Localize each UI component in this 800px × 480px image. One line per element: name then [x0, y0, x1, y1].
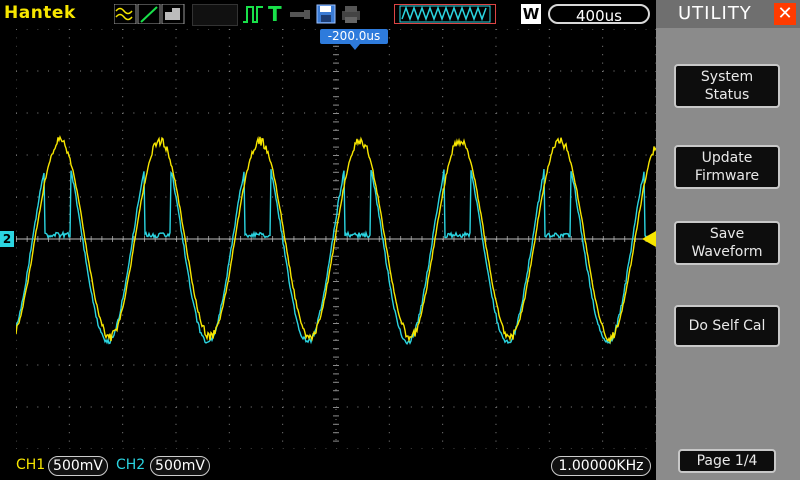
trigger-t-icon[interactable]: T	[268, 2, 282, 26]
memory-depth-indicator	[394, 4, 496, 24]
waveform-display[interactable]	[16, 29, 656, 449]
trigger-position-arrow	[350, 44, 360, 50]
timebase-readout[interactable]: 400us	[548, 4, 650, 24]
close-icon[interactable]: ✕	[774, 3, 796, 25]
printer-icon[interactable]	[340, 4, 362, 24]
pulse-icon[interactable]	[242, 4, 264, 24]
ch1-scale[interactable]: 500mV	[48, 456, 108, 476]
trigger-level-marker[interactable]	[642, 231, 656, 247]
status-slot	[192, 4, 238, 26]
waveform-mode-icons[interactable]	[114, 4, 188, 24]
menu-title: UTILITY	[678, 3, 752, 24]
ch2-scale[interactable]: 500mV	[150, 456, 210, 476]
ch2-ground-marker[interactable]: 2	[0, 231, 14, 247]
channel-status-bar: CH1 500mV CH2 500mV 1.00000KHz	[0, 452, 656, 480]
update-firmware-button[interactable]: Update Firmware	[674, 145, 780, 189]
top-status-bar: Hantek T W 400us	[0, 0, 656, 28]
menu-title-bar: UTILITY ✕	[656, 0, 800, 28]
trigger-position-readout: -200.0us	[320, 29, 388, 44]
brand-logo: Hantek	[4, 3, 76, 23]
frequency-readout: 1.00000KHz	[551, 456, 651, 476]
save-waveform-button[interactable]: Save Waveform	[674, 221, 780, 265]
probe-icon	[288, 4, 312, 24]
ch2-label: CH2	[116, 457, 145, 473]
utility-menu: UTILITY ✕ System Status Update Firmware …	[656, 0, 800, 480]
page-indicator-button[interactable]: Page 1/4	[678, 449, 776, 473]
floppy-icon[interactable]	[316, 4, 336, 24]
acquire-mode-badge: W	[521, 4, 541, 24]
system-status-button[interactable]: System Status	[674, 64, 780, 108]
ch1-label: CH1	[16, 457, 45, 473]
self-cal-button[interactable]: Do Self Cal	[674, 305, 780, 347]
